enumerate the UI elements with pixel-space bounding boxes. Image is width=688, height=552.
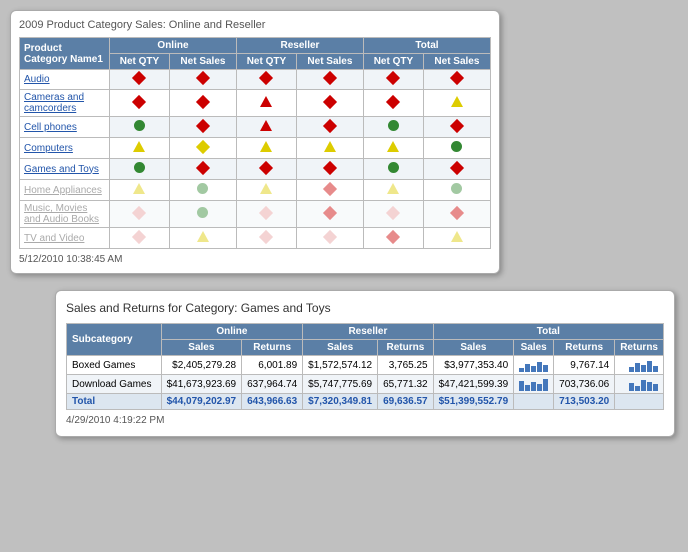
bottom-sh-sales3: Sales [433, 340, 514, 356]
total-row: Total$44,079,202.97643,966.63$7,320,349.… [67, 394, 664, 410]
category-name[interactable]: Cameras and camcorders [20, 90, 110, 117]
top-panel: 2009 Product Category Sales: Online and … [10, 10, 500, 274]
subcategory-name: Boxed Games [67, 356, 162, 375]
table-row: Audio [20, 70, 491, 90]
category-name[interactable]: Cell phones [20, 117, 110, 138]
table-row: Cameras and camcorders [20, 90, 491, 117]
top-sh-5: Net QTY [363, 54, 423, 70]
top-col-label: Product Category Name1 [20, 38, 110, 70]
table-row: Home Appliances [20, 180, 491, 201]
table-row: Download Games$41,673,923.69637,964.74$5… [67, 375, 664, 394]
top-timestamp: 5/12/2010 10:38:45 AM [19, 254, 491, 265]
bottom-sh-spark1: Sales [514, 340, 554, 356]
bottom-timestamp: 4/29/2010 4:19:22 PM [66, 415, 664, 426]
bottom-panel-title: Sales and Returns for Category: Games an… [66, 301, 664, 315]
category-name[interactable]: Home Appliances [20, 180, 110, 201]
bottom-table: Subcategory Online Reseller Total Sales … [66, 323, 664, 410]
top-group-reseller: Reseller [236, 38, 363, 54]
category-name[interactable]: Music, Movies and Audio Books [20, 201, 110, 228]
table-row: Computers [20, 138, 491, 159]
top-group-online: Online [110, 38, 237, 54]
bottom-group-online: Online [161, 324, 303, 340]
top-sh-4: Net Sales [296, 54, 363, 70]
bottom-sh-sales1: Sales [161, 340, 242, 356]
bottom-sh-returns2: Returns [378, 340, 434, 356]
bottom-sh-returns3: Returns [554, 340, 615, 356]
top-sh-6: Net Sales [423, 54, 490, 70]
bottom-sh-sales2: Sales [303, 340, 378, 356]
category-name[interactable]: Games and Toys [20, 159, 110, 180]
subcategory-name: Download Games [67, 375, 162, 394]
table-row: TV and Video [20, 228, 491, 249]
top-sh-3: Net QTY [236, 54, 296, 70]
category-name[interactable]: Computers [20, 138, 110, 159]
bottom-panel: Sales and Returns for Category: Games an… [55, 290, 675, 437]
bottom-group-total: Total [433, 324, 663, 340]
table-row: Music, Movies and Audio Books [20, 201, 491, 228]
top-sh-1: Net QTY [110, 54, 170, 70]
table-row: Boxed Games$2,405,279.286,001.89$1,572,5… [67, 356, 664, 375]
top-table: Product Category Name1 Online Reseller T… [19, 37, 491, 249]
bottom-col-label: Subcategory [67, 324, 162, 356]
top-sh-2: Net Sales [169, 54, 236, 70]
top-group-total: Total [363, 38, 490, 54]
bottom-sh-returns1: Returns [242, 340, 303, 356]
top-panel-title: 2009 Product Category Sales: Online and … [19, 19, 491, 31]
category-name[interactable]: TV and Video [20, 228, 110, 249]
total-label: Total [67, 394, 162, 410]
category-name[interactable]: Audio [20, 70, 110, 90]
table-row: Games and Toys [20, 159, 491, 180]
table-row: Cell phones [20, 117, 491, 138]
bottom-sh-spark2: Returns [615, 340, 664, 356]
bottom-group-reseller: Reseller [303, 324, 433, 340]
